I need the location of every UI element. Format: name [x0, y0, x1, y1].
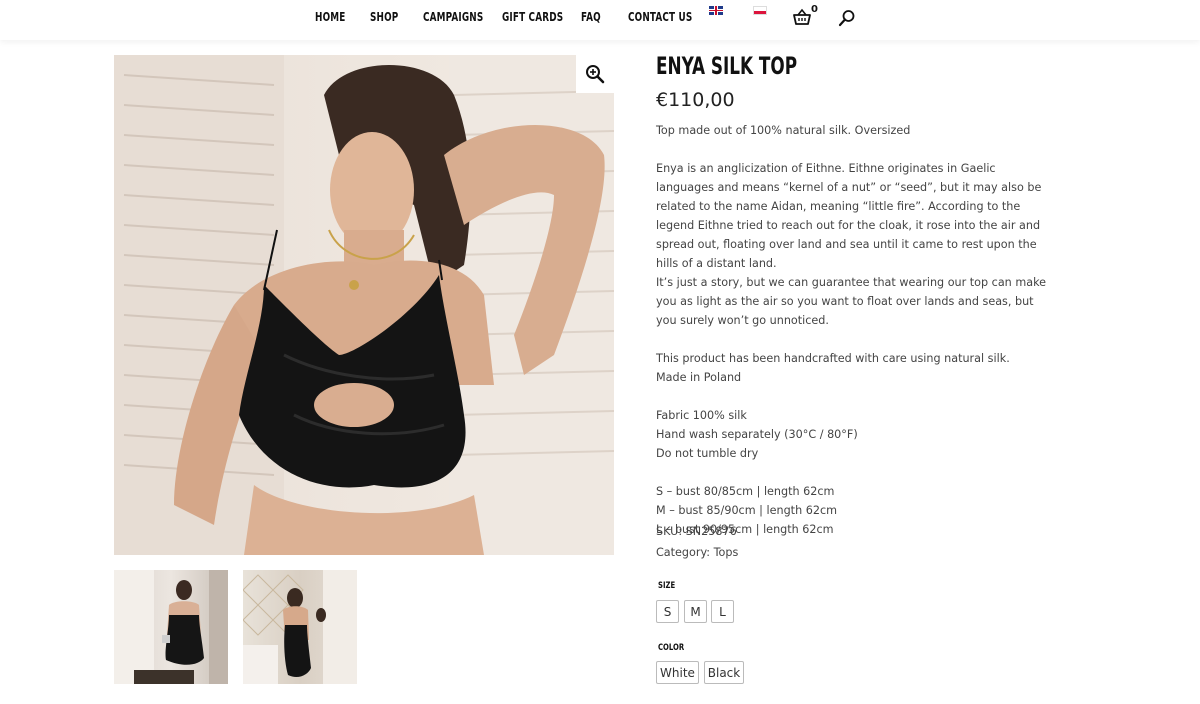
size-option-l[interactable]: L — [711, 600, 734, 623]
thumbnail-photo — [243, 570, 357, 684]
product-thumbnail-1[interactable] — [114, 570, 228, 684]
product-main-image[interactable] — [114, 55, 614, 555]
product-title: ENYA SILK TOP — [656, 52, 798, 80]
nav-campaigns[interactable]: CAMPAIGNS — [423, 10, 483, 24]
site-header: HOME SHOP CAMPAIGNS GIFT CARDS FAQ CONTA… — [0, 0, 1200, 40]
size-option-m[interactable]: M — [684, 600, 707, 623]
search-icon[interactable] — [838, 9, 856, 27]
size-label: SIZE — [658, 581, 676, 591]
nav-shop[interactable]: SHOP — [370, 10, 398, 24]
product-category[interactable]: Category: Tops — [656, 546, 738, 559]
uk-flag-icon[interactable] — [709, 6, 723, 15]
color-option-black[interactable]: Black — [704, 661, 744, 684]
nav-gift-cards[interactable]: GIFT CARDS — [502, 10, 563, 24]
size-chart-line: S – bust 80/85cm | length 62cm — [656, 485, 835, 498]
poland-flag-icon[interactable] — [753, 6, 767, 15]
cart-count-badge: 0 — [811, 4, 818, 15]
size-option-s[interactable]: S — [656, 600, 679, 623]
product-photo — [114, 55, 614, 555]
basket-icon[interactable] — [792, 8, 812, 26]
product-description: Top made out of 100% natural silk. Overs… — [656, 121, 1056, 539]
story-paragraph: Enya is an anglicization of Eithne. Eith… — [656, 162, 1042, 270]
craft-line: Made in Poland — [656, 371, 742, 384]
nav-home[interactable]: HOME — [315, 10, 345, 24]
zoom-button[interactable] — [576, 55, 614, 93]
color-option-white[interactable]: White — [656, 661, 699, 684]
size-chart-line: M – bust 85/90cm | length 62cm — [656, 504, 837, 517]
care-line: Fabric 100% silk — [656, 409, 747, 422]
thumbnail-photo — [114, 570, 228, 684]
color-label: COLOR — [658, 643, 685, 653]
care-line: Do not tumble dry — [656, 447, 759, 460]
nav-faq[interactable]: FAQ — [581, 10, 601, 24]
nav-contact-us[interactable]: CONTACT US — [628, 10, 692, 24]
craft-line: This product has been handcrafted with c… — [656, 352, 1010, 365]
story-paragraph: It’s just a story, but we can guarantee … — [656, 276, 1047, 327]
product-thumbnail-2[interactable] — [243, 570, 357, 684]
product-price: €110,00 — [656, 89, 735, 111]
magnify-plus-icon — [586, 65, 605, 84]
care-line: Hand wash separately (30°C / 80°F) — [656, 428, 858, 441]
product-sku: SKU: SN25876 — [656, 525, 737, 538]
short-description: Top made out of 100% natural silk. Overs… — [656, 124, 911, 137]
